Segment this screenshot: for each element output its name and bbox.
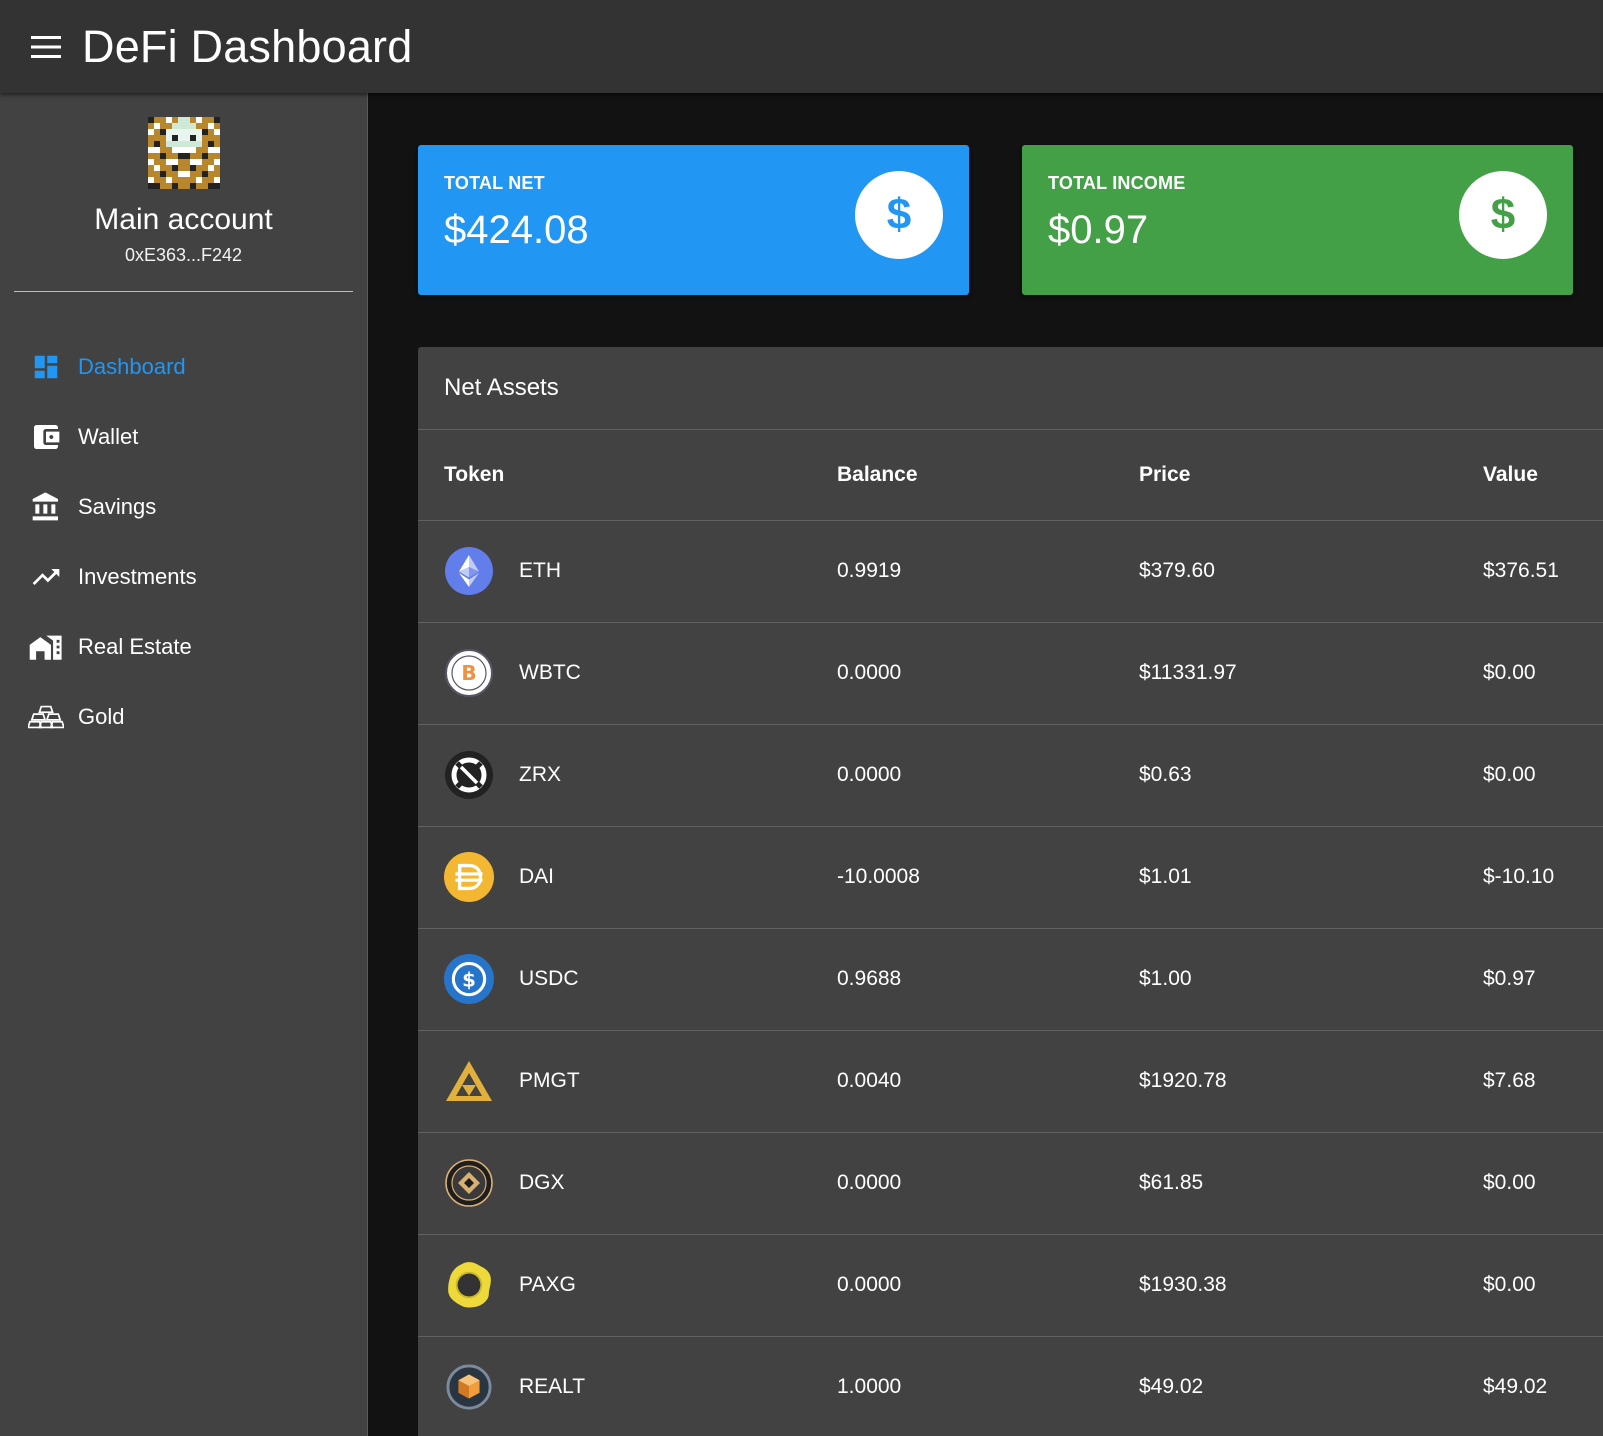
buildings-icon bbox=[28, 629, 64, 665]
table-row[interactable]: ETH 0.9919 $379.60 $376.51 bbox=[418, 520, 1603, 622]
price-cell: $49.02 bbox=[1139, 1375, 1204, 1398]
price-cell: $11331.97 bbox=[1139, 661, 1237, 684]
wallet-icon bbox=[28, 419, 64, 455]
table-row[interactable]: REALT 1.0000 $49.02 $49.02 bbox=[418, 1336, 1603, 1436]
net-assets-card: Net Assets Token Balance Price Value ETH bbox=[418, 347, 1603, 1436]
price-cell: $0.63 bbox=[1139, 763, 1192, 786]
assets-table: Token Balance Price Value ETH 0.9919 $37… bbox=[418, 430, 1603, 1436]
table-row[interactable]: PMGT 0.0040 $1920.78 $7.68 bbox=[418, 1030, 1603, 1132]
token-name: ETH bbox=[519, 559, 561, 582]
balance-cell: 0.0000 bbox=[837, 661, 902, 684]
price-cell: $1920.78 bbox=[1139, 1069, 1227, 1092]
price-cell: $61.85 bbox=[1139, 1171, 1204, 1194]
column-header-token[interactable]: Token bbox=[418, 430, 837, 520]
price-cell: $1.01 bbox=[1139, 865, 1192, 888]
account-profile: Main account 0xE363...F242 bbox=[0, 93, 367, 266]
pmgt-icon bbox=[444, 1056, 494, 1106]
gold-bars-icon bbox=[28, 699, 64, 735]
dgx-icon bbox=[444, 1158, 494, 1208]
svg-text:B: B bbox=[461, 661, 476, 685]
avatar[interactable] bbox=[147, 117, 220, 189]
account-address: 0xE363...F242 bbox=[124, 245, 243, 265]
balance-cell: 0.0040 bbox=[837, 1069, 902, 1092]
table-row[interactable]: ZRX 0.0000 $0.63 $0.00 bbox=[418, 724, 1603, 826]
price-cell: $1.00 bbox=[1139, 967, 1192, 990]
sidebar: Main account 0xE363...F242 Dashboard Wal… bbox=[0, 93, 368, 1436]
column-header-value[interactable]: Value bbox=[1483, 430, 1603, 520]
table-row[interactable]: PAXG 0.0000 $1930.38 $0.00 bbox=[418, 1234, 1603, 1336]
table-row[interactable]: DAI -10.0008 $1.01 $-10.10 bbox=[418, 826, 1603, 928]
value-cell: $49.02 bbox=[1483, 1375, 1548, 1398]
eth-icon bbox=[444, 546, 494, 596]
token-name: PAXG bbox=[519, 1273, 576, 1296]
balance-cell: 0.0000 bbox=[837, 1171, 902, 1194]
sidebar-item-label: Wallet bbox=[78, 424, 139, 449]
value-cell: $-10.10 bbox=[1483, 865, 1555, 888]
sidebar-item-investments[interactable]: Investments bbox=[0, 542, 367, 612]
price-cell: $379.60 bbox=[1139, 559, 1215, 582]
sidebar-item-label: Dashboard bbox=[78, 354, 186, 379]
token-name: PMGT bbox=[519, 1069, 580, 1092]
balance-cell: 1.0000 bbox=[837, 1375, 902, 1398]
column-header-price[interactable]: Price bbox=[1139, 430, 1483, 520]
menu-icon[interactable] bbox=[23, 24, 69, 70]
sidebar-item-gold[interactable]: Gold bbox=[0, 682, 367, 752]
token-name: DAI bbox=[519, 865, 555, 888]
value-cell: $7.68 bbox=[1483, 1069, 1536, 1092]
balance-cell: 0.9919 bbox=[837, 559, 902, 582]
dollar-symbol: $ bbox=[1490, 190, 1516, 239]
dashboard-icon bbox=[28, 349, 64, 385]
bank-icon bbox=[28, 489, 64, 525]
token-name: USDC bbox=[519, 967, 579, 990]
table-row[interactable]: DGX 0.0000 $61.85 $0.00 bbox=[418, 1132, 1603, 1234]
dollar-symbol: $ bbox=[886, 190, 912, 239]
svg-text:$: $ bbox=[462, 968, 476, 991]
zrx-icon bbox=[444, 750, 494, 800]
sidebar-item-real-estate[interactable]: Real Estate bbox=[0, 612, 367, 682]
dollar-icon: $ bbox=[1459, 171, 1547, 259]
sidebar-item-label: Gold bbox=[78, 704, 125, 729]
token-name: ZRX bbox=[519, 763, 561, 786]
balance-cell: 0.0000 bbox=[837, 763, 902, 786]
net-assets-title: Net Assets bbox=[418, 347, 1603, 430]
token-name: REALT bbox=[519, 1375, 586, 1398]
value-cell: $0.00 bbox=[1483, 1273, 1536, 1296]
usdc-icon: $ bbox=[444, 954, 494, 1004]
value-cell: $0.00 bbox=[1483, 763, 1536, 786]
value-cell: $0.00 bbox=[1483, 661, 1536, 684]
price-cell: $1930.38 bbox=[1139, 1273, 1227, 1296]
realt-icon bbox=[444, 1362, 494, 1412]
dai-icon bbox=[444, 852, 494, 902]
table-header-row: Token Balance Price Value bbox=[418, 430, 1603, 520]
token-name: WBTC bbox=[519, 661, 581, 684]
balance-cell: -10.0008 bbox=[837, 865, 920, 888]
sidebar-item-wallet[interactable]: Wallet bbox=[0, 402, 367, 472]
value-cell: $0.00 bbox=[1483, 1171, 1536, 1194]
balance-cell: 0.0000 bbox=[837, 1273, 902, 1296]
app-bar: DeFi Dashboard bbox=[0, 0, 1603, 93]
sidebar-item-dashboard[interactable]: Dashboard bbox=[0, 332, 367, 402]
table-row[interactable]: B WBTC 0.0000 $11331.97 $0.00 bbox=[418, 622, 1603, 724]
sidebar-divider bbox=[14, 291, 353, 292]
table-row[interactable]: $ USDC 0.9688 $1.00 $0.97 bbox=[418, 928, 1603, 1030]
paxg-icon bbox=[444, 1260, 494, 1310]
total-net-card: TOTAL NET $424.08 $ bbox=[418, 145, 969, 295]
sidebar-item-label: Real Estate bbox=[78, 634, 192, 659]
value-cell: $376.51 bbox=[1483, 559, 1559, 582]
wbtc-icon: B bbox=[444, 648, 494, 698]
sidebar-item-savings[interactable]: Savings bbox=[0, 472, 367, 542]
account-name: Main account bbox=[94, 203, 273, 236]
app-title: DeFi Dashboard bbox=[82, 20, 413, 72]
sidebar-nav: Dashboard Wallet Savings Investments Rea… bbox=[0, 332, 367, 752]
value-cell: $0.97 bbox=[1483, 967, 1536, 990]
trending-up-icon bbox=[28, 559, 64, 595]
column-header-balance[interactable]: Balance bbox=[837, 430, 1139, 520]
sidebar-item-label: Savings bbox=[78, 494, 157, 519]
total-income-card: TOTAL INCOME $0.97 $ bbox=[1022, 145, 1573, 295]
token-name: DGX bbox=[519, 1171, 565, 1194]
sidebar-item-label: Investments bbox=[78, 564, 197, 589]
main-content: TOTAL NET $424.08 $ TOTAL INCOME $0.97 $… bbox=[368, 93, 1603, 1436]
balance-cell: 0.9688 bbox=[837, 967, 902, 990]
dollar-icon: $ bbox=[855, 171, 943, 259]
